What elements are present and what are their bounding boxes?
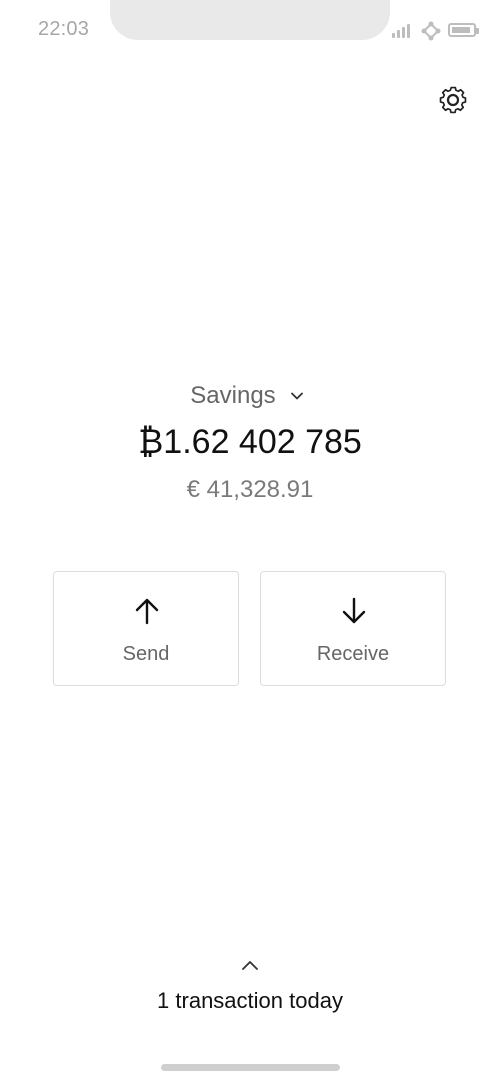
status-bar: 22:03 — [0, 0, 500, 50]
btc-balance: ₿1.62 402 785 — [138, 423, 362, 461]
battery-icon — [448, 23, 479, 37]
chevron-up-icon[interactable] — [241, 959, 259, 973]
status-icons — [390, 20, 480, 42]
send-label: Send — [122, 643, 170, 665]
wallet-screen: 22:03 Savings ₿1.62 402 785 € 41,328.91 … — [0, 0, 500, 1083]
device-notch — [110, 0, 390, 40]
arrow-up-icon — [135, 598, 159, 625]
arrow-down-icon — [342, 597, 366, 624]
settings-button[interactable] — [436, 83, 470, 117]
gear-icon — [439, 86, 467, 114]
send-button[interactable]: Send — [53, 571, 239, 686]
battery-fill — [452, 27, 470, 33]
battery-tip — [476, 28, 479, 34]
status-time: 22:03 — [38, 18, 90, 40]
home-indicator[interactable] — [161, 1064, 340, 1071]
wifi-icon — [421, 21, 441, 41]
signal-icon — [392, 20, 414, 38]
wallet-name: Savings — [190, 382, 276, 409]
receive-label: Receive — [316, 643, 390, 665]
transaction-summary[interactable]: 1 transaction today — [0, 986, 500, 1016]
wallet-selector[interactable]: Savings — [180, 380, 320, 414]
chevron-down-icon — [291, 392, 303, 400]
fiat-balance: € 41,328.91 — [186, 476, 314, 503]
receive-button[interactable]: Receive — [260, 571, 446, 686]
